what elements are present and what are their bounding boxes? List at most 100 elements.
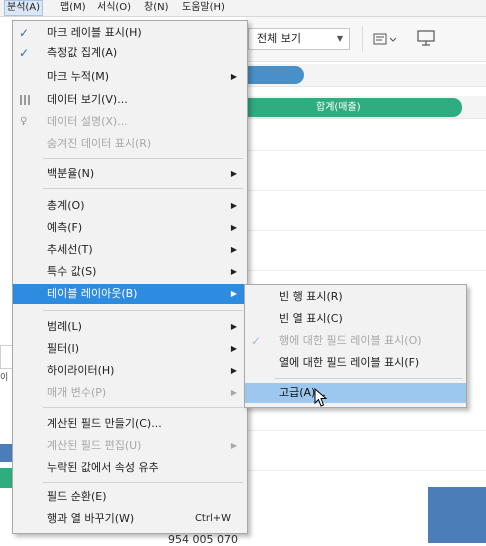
presentation-mode-icon[interactable] — [417, 30, 435, 46]
show-labels-icon[interactable] — [373, 32, 399, 46]
menu-separator — [43, 407, 243, 408]
menubar-help[interactable]: 도움말(H) — [180, 1, 227, 15]
submenu-arrow-icon: ▶ — [230, 223, 237, 232]
menu-item-label: 데이터 보기(V)... — [47, 93, 128, 106]
menu-item-label: 행과 열 바꾸기(W) — [47, 512, 135, 525]
submenu-arrow-icon: ▶ — [230, 366, 237, 375]
menu-item-aggregate-measures[interactable]: ✓ 측정값 집계(A) — [13, 43, 247, 63]
menu-item-create-calculated-field[interactable]: 계산된 필드 만들기(C)... — [13, 414, 247, 434]
menu-item-show-hidden-data: 숨겨진 데이터 표시(R) — [13, 134, 247, 154]
menu-separator — [275, 378, 463, 379]
menu-item-show-column-field-labels[interactable]: 열에 대한 필드 레이블 표시(F) — [245, 353, 466, 373]
rows-pill-label: 합계(매출) — [316, 102, 361, 113]
menu-item-label: 하이라이터(H) — [47, 364, 115, 377]
submenu-arrow-icon: ▶ — [230, 201, 237, 210]
left-blue-block — [0, 444, 12, 462]
menu-item-label: 필드 순환(E) — [47, 490, 107, 503]
view-size-value: 전체 보기 — [257, 32, 301, 45]
grid-line — [246, 150, 486, 151]
menu-item-cycle-fields[interactable]: 필드 순환(E) — [13, 487, 247, 507]
menu-item-swap-rows-columns[interactable]: 행과 열 바꾸기(W) Ctrl+W — [13, 509, 247, 529]
submenu-arrow-icon: ▶ — [230, 72, 237, 81]
menubar-format[interactable]: 서식(O) — [95, 1, 133, 15]
view-size-select[interactable]: 전체 보기 ▼ — [248, 28, 350, 50]
menu-item-show-empty-columns[interactable]: 빈 열 표시(C) — [245, 309, 466, 329]
menu-separator — [43, 482, 243, 483]
menu-item-percentage-of[interactable]: 백분율(N) ▶ — [13, 164, 247, 184]
menu-item-label: 계산된 필드 편집(U) — [47, 439, 142, 452]
menu-item-label: 마크 누적(M) — [47, 70, 110, 83]
menu-item-stack-marks[interactable]: 마크 누적(M) ▶ — [13, 67, 247, 87]
menu-item-highlighters[interactable]: 하이라이터(H) ▶ — [13, 361, 247, 381]
menu-item-label: 백분율(N) — [47, 167, 95, 180]
menu-item-label: 열에 대한 필드 레이블 표시(F) — [279, 356, 420, 369]
menu-item-view-data[interactable]: 데이터 보기(V)... — [13, 90, 247, 110]
checkmark-icon: ✓ — [19, 46, 30, 60]
menu-item-label: 추세선(T) — [47, 243, 93, 256]
menu-item-show-empty-rows[interactable]: 빈 행 표시(R) — [245, 287, 466, 307]
menu-item-label: 필터(I) — [47, 342, 80, 355]
menu-item-label: 빈 행 표시(R) — [279, 290, 343, 303]
menu-item-infer-missing[interactable]: 누락된 값에서 속성 유추 — [13, 458, 247, 478]
menu-item-trend-lines[interactable]: 추세선(T) ▶ — [13, 240, 247, 260]
menu-item-forecast[interactable]: 예측(F) ▶ — [13, 218, 247, 238]
menu-item-describe-data: ♀ 데이터 설명(X)... — [13, 112, 247, 132]
chevron-down-icon: ▼ — [336, 34, 343, 43]
rows-pill[interactable]: 합계(매출) — [236, 98, 462, 117]
table-layout-submenu: 빈 행 표시(R) 빈 열 표시(C) ✓ 행에 대한 필드 레이블 표시(O)… — [244, 284, 467, 408]
grid-line — [246, 470, 486, 471]
menu-item-parameters: 매개 변수(P) ▶ — [13, 383, 247, 403]
data-grid-icon — [20, 90, 32, 113]
menu-item-label: 총계(O) — [47, 199, 85, 212]
label-toggle-icon — [373, 33, 397, 45]
menu-item-label: 계산된 필드 만들기(C)... — [47, 417, 162, 430]
submenu-arrow-icon: ▶ — [230, 388, 237, 397]
menubar-map[interactable]: 맵(M) — [58, 1, 88, 15]
left-green-block — [0, 468, 12, 488]
mouse-pointer-icon — [314, 387, 328, 408]
submenu-arrow-icon: ▶ — [230, 169, 237, 178]
submenu-arrow-icon: ▶ — [230, 289, 237, 298]
grid-line — [246, 430, 486, 431]
menu-item-label: 테이블 레이아웃(B) — [47, 287, 138, 300]
submenu-arrow-icon: ▶ — [230, 322, 237, 331]
menu-item-show-mark-labels[interactable]: ✓ 마크 레이블 표시(H) — [13, 23, 247, 43]
bottom-value: 954 005 070 — [168, 533, 238, 546]
checkmark-icon: ✓ — [251, 334, 262, 348]
menu-item-special-values[interactable]: 특수 값(S) ▶ — [13, 262, 247, 282]
menu-item-table-layout[interactable]: 테이블 레이아웃(B) ▶ — [13, 284, 247, 304]
grid-line — [246, 270, 486, 271]
menu-item-label: 마크 레이블 표시(H) — [47, 26, 142, 39]
shortcut-label: Ctrl+W — [194, 513, 231, 524]
submenu-arrow-icon: ▶ — [230, 245, 237, 254]
submenu-arrow-icon: ▶ — [230, 344, 237, 353]
grid-line — [246, 190, 486, 191]
menu-item-advanced[interactable]: 고급(A)... — [245, 383, 466, 403]
toolbar-divider — [362, 26, 363, 52]
menu-item-show-row-field-labels: ✓ 행에 대한 필드 레이블 표시(O) — [245, 331, 466, 351]
menu-item-label: 매개 변수(P) — [47, 386, 107, 399]
grid-line — [246, 230, 486, 231]
left-panel-label: 이 — [0, 373, 9, 383]
lightbulb-icon: ♀ — [20, 116, 28, 127]
menu-item-totals[interactable]: 총계(O) ▶ — [13, 196, 247, 216]
analysis-menu: ✓ 마크 레이블 표시(H) ✓ 측정값 집계(A) 마크 누적(M) ▶ 데이… — [12, 20, 248, 534]
checkmark-icon: ✓ — [19, 26, 30, 40]
menu-separator — [43, 158, 243, 159]
menu-item-label: 범례(L) — [47, 320, 82, 333]
menu-separator — [43, 188, 243, 189]
menu-item-label: 누락된 값에서 속성 유추 — [47, 461, 159, 474]
menu-item-label: 특수 값(S) — [47, 265, 97, 278]
menu-item-label: 행에 대한 필드 레이블 표시(O) — [279, 334, 422, 347]
menu-item-label: 숨겨진 데이터 표시(R) — [47, 137, 152, 150]
menu-item-filters[interactable]: 필터(I) ▶ — [13, 339, 247, 359]
menu-item-edit-calculated-field: 계산된 필드 편집(U) ▶ — [13, 436, 247, 456]
menu-item-label: 데이터 설명(X)... — [47, 115, 128, 128]
menu-item-legends[interactable]: 범례(L) ▶ — [13, 317, 247, 337]
menubar-analysis[interactable]: 분석(A) — [4, 0, 44, 16]
submenu-arrow-icon: ▶ — [230, 441, 237, 450]
submenu-arrow-icon: ▶ — [230, 267, 237, 276]
menu-item-label: 빈 열 표시(C) — [279, 312, 343, 325]
menu-item-label: 측정값 집계(A) — [47, 46, 118, 59]
menubar-window[interactable]: 창(N) — [142, 1, 170, 15]
